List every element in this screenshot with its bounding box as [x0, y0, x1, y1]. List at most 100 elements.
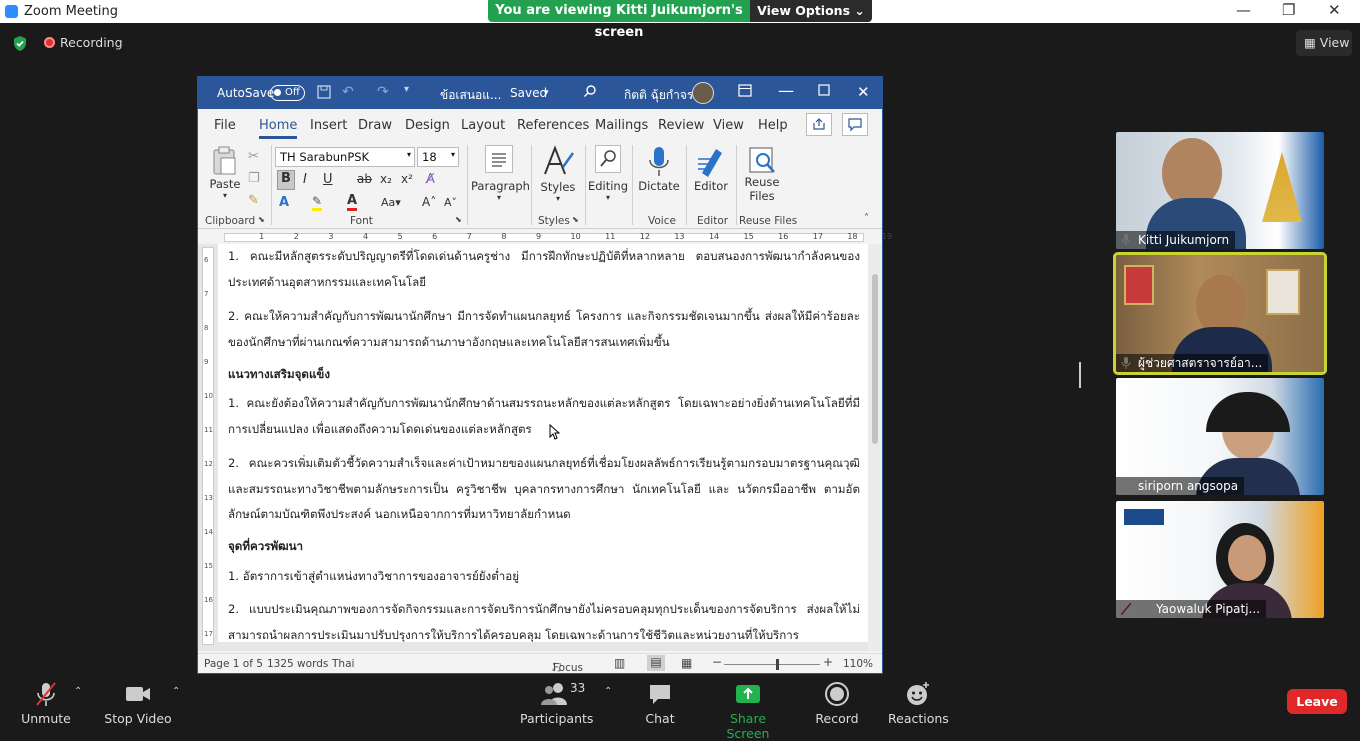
video-options-icon[interactable]: ⌃: [172, 686, 180, 697]
view-options-button[interactable]: View Options ⌄: [750, 0, 872, 22]
participant-video-tile-active[interactable]: ผู้ช่วยศาสตราจารย์อา...: [1113, 252, 1327, 375]
record-button[interactable]: Record: [814, 681, 860, 726]
tab-view[interactable]: View: [713, 118, 744, 133]
zoom-level[interactable]: 110%: [843, 658, 873, 670]
highlight-icon[interactable]: ✎: [312, 194, 323, 211]
shrink-font-icon[interactable]: A˅: [444, 196, 457, 209]
dictate-button[interactable]: Dictate: [636, 145, 682, 193]
font-launcher-icon[interactable]: ⬊: [455, 215, 462, 224]
doc-paragraph[interactable]: 1. คณะยังต้องให้ความสำคัญกับการพัฒนานักศ…: [228, 391, 860, 442]
font-color-icon[interactable]: A: [347, 193, 358, 211]
panel-splitter[interactable]: [1079, 362, 1081, 388]
font-name-select[interactable]: TH SarabunPSK ▾: [275, 147, 415, 167]
tab-home[interactable]: Home: [259, 118, 298, 139]
zoom-slider-thumb[interactable]: [775, 659, 779, 670]
text-effects-icon[interactable]: A: [279, 195, 289, 210]
read-mode-icon[interactable]: ▥: [614, 656, 625, 670]
saved-dropdown-icon[interactable]: ▾: [544, 88, 549, 98]
bold-icon[interactable]: B: [277, 170, 295, 190]
page-count[interactable]: Page 1 of 5: [204, 658, 263, 670]
comments-icon[interactable]: [842, 113, 868, 136]
zoom-out-icon[interactable]: −: [712, 655, 722, 669]
doc-heading[interactable]: แนวทางเสริมจุดแข็ง: [228, 362, 860, 388]
account-avatar[interactable]: [692, 82, 714, 104]
word-maximize-icon[interactable]: [818, 84, 830, 96]
document-page[interactable]: 1. คณะมีหลักสูตรระดับปริญญาตรีที่โดดเด่น…: [218, 244, 868, 642]
web-layout-icon[interactable]: ▦: [681, 656, 692, 670]
search-icon[interactable]: [583, 84, 597, 98]
font-size-select[interactable]: 18 ▾: [417, 147, 459, 167]
tab-draw[interactable]: Draw: [358, 118, 392, 133]
participants-options-icon[interactable]: ⌃: [604, 686, 612, 697]
stop-video-button[interactable]: Stop Video: [104, 681, 172, 726]
ribbon-display-icon[interactable]: [738, 84, 752, 97]
doc-paragraph[interactable]: 2. คณะให้ความสำคัญกับการพัฒนานักศึกษา มี…: [228, 304, 860, 355]
tab-design[interactable]: Design: [405, 118, 450, 133]
participant-video-tile[interactable]: Yaowaluk Pipatj...: [1116, 501, 1324, 618]
reuse-files-button[interactable]: Reuse Files: [740, 145, 784, 203]
audio-options-icon[interactable]: ⌃: [74, 686, 82, 697]
subscript-icon[interactable]: x₂: [380, 172, 392, 186]
undo-icon[interactable]: ↶: [342, 84, 354, 100]
clipboard-launcher-icon[interactable]: ⬊: [258, 215, 265, 224]
close-icon[interactable]: ✕: [1328, 1, 1341, 19]
tab-help[interactable]: Help: [758, 118, 788, 133]
reactions-button[interactable]: Reactions: [888, 681, 949, 726]
recording-indicator[interactable]: Recording: [44, 35, 123, 50]
word-minimize-icon[interactable]: —: [778, 81, 794, 100]
account-name[interactable]: กิตติ ฉุ้ยกำจร: [624, 86, 693, 105]
leave-meeting-button[interactable]: Leave: [1287, 689, 1347, 714]
styles-launcher-icon[interactable]: ⬊: [572, 215, 579, 224]
vertical-scrollbar[interactable]: [868, 244, 882, 651]
view-layout-button[interactable]: ▦ View: [1296, 30, 1352, 56]
participants-button[interactable]: 33 Participants: [520, 681, 593, 726]
zoom-slider[interactable]: [724, 659, 820, 670]
restore-icon[interactable]: ❐: [1282, 1, 1295, 19]
tab-references[interactable]: References: [517, 118, 589, 133]
participant-video-tile[interactable]: Kitti Juikumjorn: [1116, 132, 1324, 249]
security-shield-icon[interactable]: [12, 35, 28, 52]
zoom-in-icon[interactable]: +: [823, 655, 833, 669]
minimize-icon[interactable]: —: [1236, 1, 1251, 19]
language-status[interactable]: Thai: [332, 658, 354, 670]
superscript-icon[interactable]: x²: [401, 172, 413, 186]
italic-icon[interactable]: I: [303, 172, 307, 187]
doc-paragraph[interactable]: 1. อัตราการเข้าสู่ตำแหน่งทางวิชาการของอา…: [228, 564, 860, 590]
word-close-icon[interactable]: ✕: [857, 83, 870, 101]
format-painter-icon[interactable]: ✎: [248, 193, 259, 208]
tab-mailings[interactable]: Mailings: [595, 118, 648, 133]
vertical-ruler[interactable]: 6 7 8 9 10 11 12 13 14 15 16 17: [202, 247, 214, 645]
document-title[interactable]: ข้อเสนอแ...: [440, 86, 501, 105]
paste-dropdown-icon[interactable]: ▾: [206, 191, 244, 200]
grow-font-icon[interactable]: A˄: [422, 195, 436, 209]
share-icon[interactable]: [806, 113, 832, 136]
tab-review[interactable]: Review: [658, 118, 704, 133]
unmute-button[interactable]: Unmute: [18, 681, 74, 726]
doc-paragraph[interactable]: 1. คณะมีหลักสูตรระดับปริญญาตรีที่โดดเด่น…: [228, 244, 860, 295]
save-icon[interactable]: [317, 85, 331, 99]
tab-insert[interactable]: Insert: [310, 118, 347, 133]
print-layout-icon[interactable]: ▤: [647, 655, 665, 671]
strikethrough-icon[interactable]: ab: [357, 172, 372, 186]
paste-button[interactable]: Paste ▾: [206, 145, 244, 200]
doc-heading[interactable]: จุดที่ควรพัฒนา: [228, 534, 860, 560]
participant-video-tile[interactable]: siriporn angsopa: [1116, 378, 1324, 495]
change-case-icon[interactable]: Aa▾: [381, 196, 401, 209]
saved-status[interactable]: Saved: [510, 86, 547, 100]
doc-paragraph[interactable]: 2. คณะควรเพิ่มเติมตัวชี้วัดความสำเร็จและ…: [228, 451, 860, 528]
copy-icon[interactable]: ❐: [248, 171, 260, 186]
editor-button[interactable]: Editor: [690, 145, 732, 193]
tab-file[interactable]: File: [214, 118, 236, 133]
paragraph-button[interactable]: Paragraph ▾: [471, 145, 530, 202]
editing-button[interactable]: Editing ▾: [587, 145, 629, 202]
word-count[interactable]: 1325 words: [267, 658, 328, 670]
horizontal-ruler[interactable]: 1 2 3 4 5 6 7 8 9 10 11 12 13 14 15 16 17 18 19: [198, 230, 892, 244]
cut-icon[interactable]: ✂: [248, 149, 259, 164]
tab-layout[interactable]: Layout: [461, 118, 505, 133]
share-screen-button[interactable]: Share Screen: [710, 681, 786, 741]
autosave-toggle[interactable]: Off: [270, 85, 305, 101]
underline-icon[interactable]: U: [323, 172, 333, 187]
redo-icon[interactable]: ↷: [377, 84, 389, 100]
doc-paragraph[interactable]: 2. แบบประเมินคุณภาพของการจัดกิจกรรมและกา…: [228, 597, 860, 642]
clear-formatting-icon[interactable]: A̸: [426, 172, 435, 187]
